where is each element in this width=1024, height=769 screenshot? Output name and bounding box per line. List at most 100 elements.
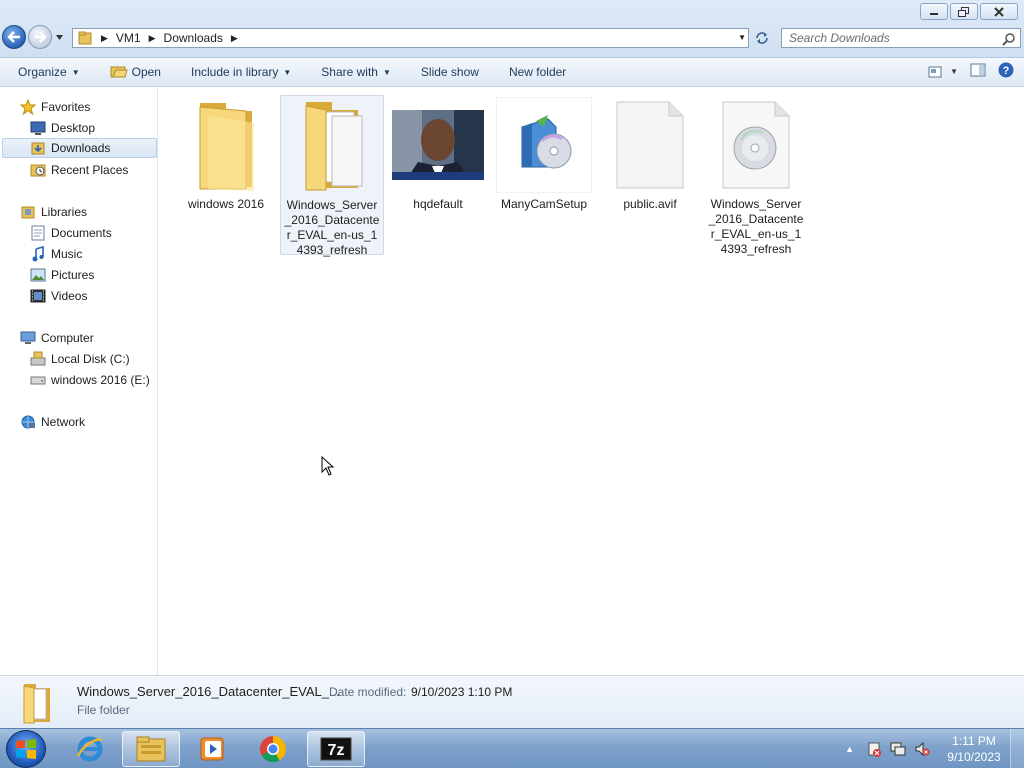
back-button[interactable] [2, 25, 26, 49]
nav-music[interactable]: Music [30, 244, 82, 264]
search-icon [1002, 33, 1015, 46]
file-label: hqdefault [413, 197, 463, 211]
search-input[interactable]: Search Downloads [781, 28, 1021, 48]
file-item[interactable]: public.avif [598, 95, 702, 212]
show-desktop-button[interactable] [1010, 729, 1024, 769]
file-label: windows 2016 [187, 197, 265, 211]
preview-pane-button[interactable] [970, 63, 986, 80]
breadcrumb-downloads[interactable]: Downloads [160, 31, 227, 45]
open-button[interactable]: Open [101, 60, 170, 84]
file-item[interactable]: Windows_Server_2016_Datacenter_EVAL_en-u… [704, 95, 808, 257]
close-button[interactable] [980, 3, 1018, 20]
taskbar-chrome[interactable] [244, 731, 302, 767]
details-pane: Windows_Server_2016_Datacenter_EVAL_... … [0, 675, 1024, 728]
nav-libraries-label: Libraries [41, 205, 88, 219]
details-file-type: File folder [77, 703, 130, 717]
file-label: Windows_Server_2016_Datacenter_EVAL_en-u… [708, 197, 804, 256]
details-date-value: 9/10/2023 1:10 PM [411, 685, 513, 699]
file-label: public.avif [623, 197, 677, 211]
taskbar-media-player[interactable] [183, 731, 241, 767]
file-item[interactable]: ManyCamSetup [492, 95, 596, 212]
nav-desktop[interactable]: Desktop [30, 118, 95, 138]
command-bar: Organize ▼ Open Include in library ▼ Sha… [0, 58, 1024, 87]
show-hidden-icons-button[interactable]: ▲ [845, 744, 854, 754]
taskbar-file-explorer[interactable] [122, 731, 180, 767]
share-with-button[interactable]: Share with ▼ [312, 60, 400, 84]
include-in-library-button[interactable]: Include in library ▼ [182, 60, 300, 84]
action-center-icon[interactable] [866, 741, 882, 757]
media-player-icon [200, 737, 224, 761]
photo-thumbnail [390, 97, 486, 193]
breadcrumb-separator[interactable]: ▶ [97, 33, 112, 44]
window-frame: ▶ VM1 ▶ Downloads ▶ ▼ Search Downloads [0, 0, 1024, 58]
breadcrumb-vm1[interactable]: VM1 [112, 31, 145, 45]
nav-favorites[interactable]: Favorites [20, 97, 90, 117]
removable-drive-icon [30, 372, 46, 388]
include-in-library-label: Include in library [190, 65, 279, 79]
nav-documents[interactable]: Documents [30, 223, 112, 243]
file-item[interactable]: windows 2016 [174, 95, 278, 212]
7zip-icon: 7z [320, 737, 352, 761]
address-bar[interactable]: ▶ VM1 ▶ Downloads ▶ ▼ [72, 28, 749, 48]
nav-recent-places[interactable]: Recent Places [30, 160, 128, 180]
clock[interactable]: 1:11 PM 9/10/2023 [938, 733, 1010, 765]
start-button[interactable] [6, 730, 46, 768]
new-folder-button[interactable]: New folder [500, 60, 575, 84]
nav-network[interactable]: Network [20, 412, 85, 432]
breadcrumb-separator[interactable]: ▶ [227, 33, 242, 44]
forward-button[interactable] [28, 25, 52, 49]
slide-show-button[interactable]: Slide show [412, 60, 488, 84]
preview-pane-icon [970, 63, 986, 77]
disc-image-icon [708, 97, 804, 193]
nav-videos[interactable]: Videos [30, 286, 87, 306]
system-tray: ▲ 1:11 PM 9/10/2023 [845, 729, 1024, 769]
folder-with-files-icon [284, 98, 380, 194]
network-status-icon[interactable] [890, 741, 906, 757]
taskbar-7zip[interactable]: 7z [307, 731, 365, 767]
open-folder-icon [110, 66, 128, 78]
file-item[interactable]: Windows_Server_2016_Datacenter_EVAL_en-u… [280, 95, 384, 257]
refresh-button[interactable] [751, 28, 773, 48]
search-placeholder: Search Downloads [789, 31, 890, 45]
change-view-button[interactable]: ▼ [928, 66, 958, 78]
star-icon [20, 99, 36, 115]
restore-button[interactable] [950, 3, 978, 20]
recent-pages-dropdown[interactable] [54, 27, 64, 47]
svg-text:?: ? [1003, 65, 1010, 77]
file-item[interactable]: hqdefault [386, 95, 490, 212]
nav-windows-drive[interactable]: windows 2016 (E:) [30, 370, 150, 390]
nav-libraries[interactable]: Libraries [20, 202, 87, 222]
nav-downloads[interactable]: Downloads [2, 138, 157, 158]
nav-computer[interactable]: Computer [20, 328, 94, 348]
minimize-button[interactable] [920, 3, 948, 20]
address-history-dropdown[interactable]: ▼ [738, 33, 746, 42]
nav-local-disk[interactable]: Local Disk (C:) [30, 349, 130, 369]
organize-button[interactable]: Organize ▼ [9, 60, 89, 84]
installer-icon [496, 97, 592, 193]
chevron-down-icon: ▼ [950, 67, 958, 76]
recent-places-icon [30, 162, 46, 178]
breadcrumb-separator[interactable]: ▶ [145, 33, 160, 44]
caption-buttons [920, 3, 1018, 20]
nav-local-disk-label: Local Disk (C:) [51, 352, 130, 366]
view-icon [928, 66, 942, 77]
nav-pictures[interactable]: Pictures [30, 265, 94, 285]
details-file-name: Windows_Server_2016_Datacenter_EVAL_... [77, 684, 340, 699]
blank-file-icon [602, 97, 698, 193]
volume-muted-icon[interactable] [914, 741, 930, 757]
help-button[interactable]: ? [998, 62, 1014, 81]
open-label: Open [131, 65, 161, 79]
chevron-down-icon: ▼ [382, 67, 391, 77]
windows-drive-icon [30, 351, 46, 367]
file-label: Windows_Server_2016_Datacenter_EVAL_en-u… [284, 198, 380, 257]
folder-icon [23, 684, 50, 724]
taskbar: 7z ▲ 1:11 PM 9/10/2023 [0, 728, 1024, 769]
desktop-icon [30, 120, 46, 136]
file-label: ManyCamSetup [500, 197, 588, 211]
nav-downloads-label: Downloads [51, 141, 111, 155]
mouse-cursor-icon [321, 456, 335, 476]
taskbar-internet-explorer[interactable] [61, 731, 119, 767]
nav-favorites-label: Favorites [41, 100, 91, 114]
share-with-label: Share with [321, 65, 378, 79]
chevron-down-icon [55, 34, 63, 40]
